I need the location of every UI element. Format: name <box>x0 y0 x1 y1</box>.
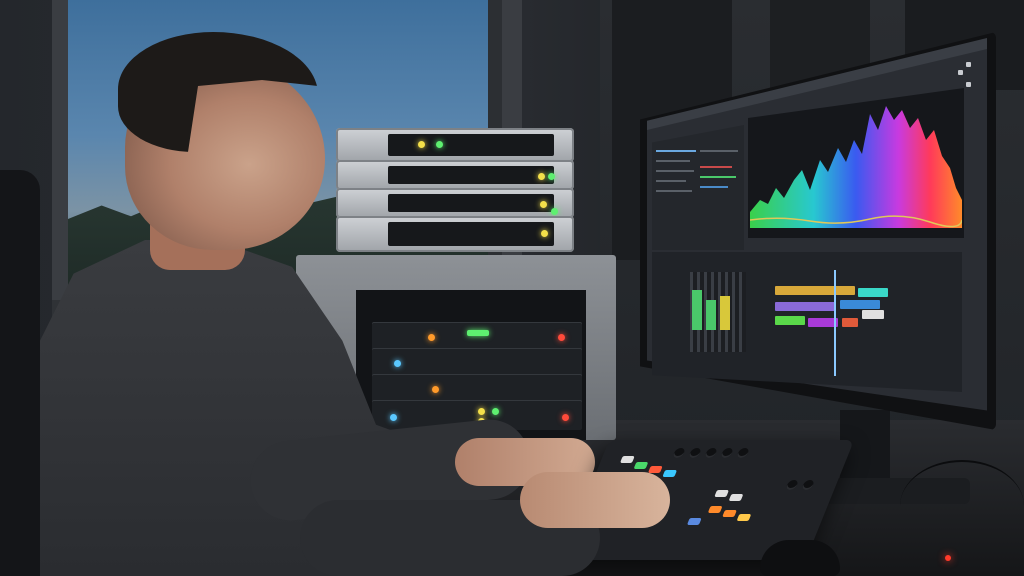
controller-knob[interactable] <box>735 448 751 458</box>
controller-pad[interactable] <box>728 494 744 501</box>
status-led <box>478 408 485 415</box>
controller-pad[interactable] <box>633 462 649 469</box>
mouse[interactable] <box>760 540 840 576</box>
mixer-meter-level <box>692 290 702 330</box>
browser-row <box>656 190 692 192</box>
controller-pad[interactable] <box>714 490 730 497</box>
window-control-icon <box>966 82 971 87</box>
status-led <box>492 408 499 415</box>
browser-row <box>700 166 732 168</box>
browser-row <box>700 176 736 178</box>
unit-front-panel <box>388 194 554 212</box>
status-led <box>390 414 397 421</box>
status-led <box>540 201 547 208</box>
status-led <box>548 173 555 180</box>
status-led <box>551 208 558 215</box>
status-led <box>394 360 401 367</box>
controller-pad[interactable] <box>722 510 737 517</box>
power-led <box>945 555 951 561</box>
unit-front-panel <box>388 166 554 184</box>
spectrum-analyzer <box>750 106 962 228</box>
track-clip <box>842 318 858 327</box>
mixer-meter-level <box>706 300 716 330</box>
browser-row <box>700 186 728 188</box>
audio-interface-unit <box>336 188 574 218</box>
unit-front-panel <box>388 134 554 156</box>
browser-row <box>656 160 690 162</box>
controller-pad[interactable] <box>707 506 723 513</box>
status-led <box>418 141 425 148</box>
track-clip <box>775 302 835 311</box>
status-led <box>436 141 443 148</box>
browser-row <box>656 180 686 182</box>
controller-knob[interactable] <box>703 448 719 458</box>
status-led <box>538 173 545 180</box>
controller-pad[interactable] <box>619 456 635 463</box>
mixer-meter-level <box>720 296 730 330</box>
status-led <box>558 334 565 341</box>
track-clip <box>840 300 880 309</box>
audio-interface-unit <box>336 216 574 252</box>
browser-row <box>700 150 738 152</box>
track-clip <box>862 310 884 319</box>
window-control-icon <box>966 62 971 67</box>
spectrum-curve <box>750 106 962 228</box>
daw-browser-panel <box>652 125 744 250</box>
audio-interface-unit <box>336 128 574 162</box>
controller-pad[interactable] <box>686 518 702 525</box>
status-led <box>467 330 489 336</box>
audio-interface-unit <box>336 160 574 190</box>
controller-pad[interactable] <box>662 470 678 477</box>
person-hand <box>520 472 670 528</box>
controller-pad[interactable] <box>647 466 663 473</box>
controller-knob[interactable] <box>801 480 816 490</box>
track-clip <box>775 316 805 325</box>
browser-row <box>656 170 694 172</box>
controller-knob[interactable] <box>785 480 800 490</box>
status-led <box>541 230 548 237</box>
controller-knob[interactable] <box>687 448 703 458</box>
unit-front-panel <box>388 222 554 246</box>
controller-knob[interactable] <box>671 448 687 458</box>
cable <box>900 460 1024 552</box>
track-clip <box>775 286 855 295</box>
chair <box>0 170 40 576</box>
status-led <box>432 386 439 393</box>
browser-row <box>656 150 696 152</box>
status-led <box>562 414 569 421</box>
status-led <box>428 334 435 341</box>
track-clip <box>858 288 888 297</box>
controller-pad[interactable] <box>736 514 752 521</box>
playhead <box>834 270 836 376</box>
controller-knob[interactable] <box>719 448 735 458</box>
window-control-icon <box>958 70 963 75</box>
